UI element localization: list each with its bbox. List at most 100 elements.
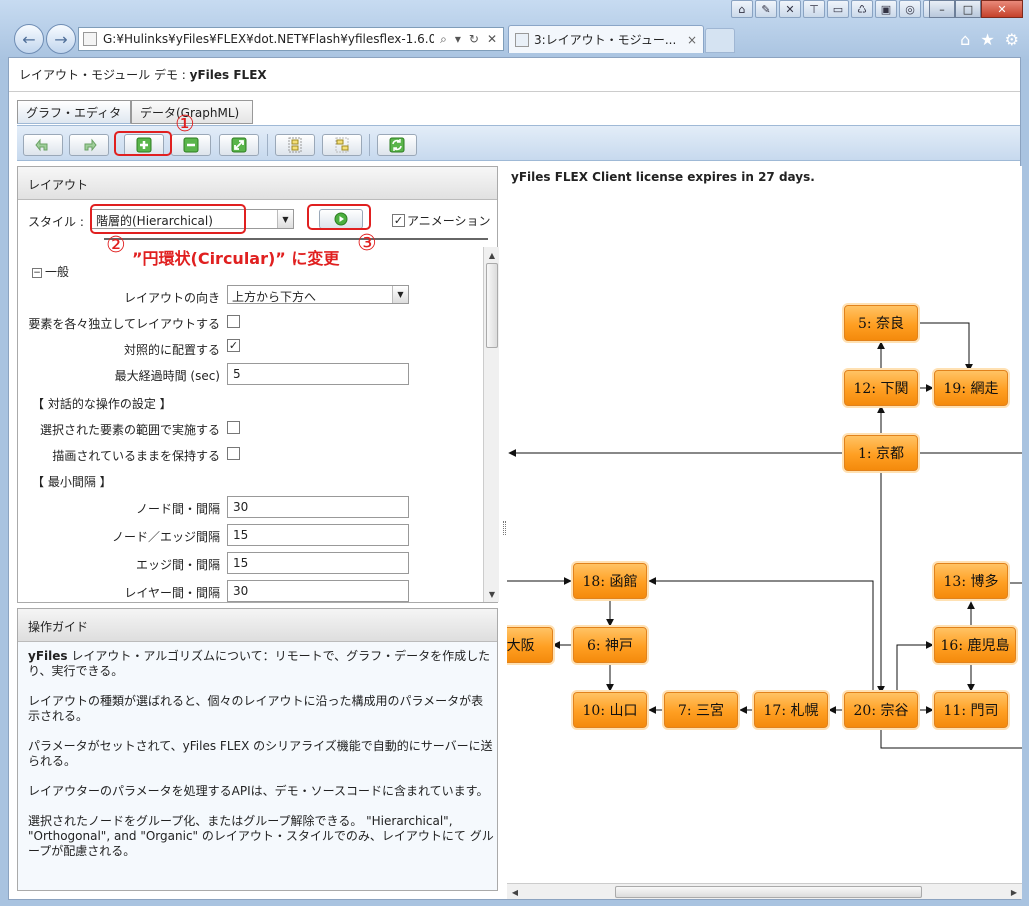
new-tab-button[interactable]: [705, 28, 735, 53]
close-button[interactable]: ✕: [981, 0, 1023, 18]
chevron-down-icon[interactable]: ▼: [392, 286, 408, 303]
orientation-select[interactable]: 上方から下方へ ▼: [227, 285, 409, 304]
tab-close-icon[interactable]: ×: [687, 33, 697, 47]
dropdown-icon[interactable]: ▾: [455, 32, 461, 47]
graph-node[interactable]: 12: 下関: [844, 370, 918, 406]
scrollbar-thumb[interactable]: [486, 263, 498, 348]
edge-distance-input[interactable]: 15: [227, 552, 409, 574]
animation-option[interactable]: ✓ アニメーション: [392, 212, 491, 229]
edge: [918, 322, 973, 372]
setting-independent-layout: 要素を各々独立してレイアウトする: [18, 311, 482, 333]
section-min-distance: 【 最小間隔 】: [32, 475, 112, 489]
favorites-star-icon[interactable]: ★: [980, 30, 994, 49]
ungroup-button[interactable]: [322, 134, 362, 156]
setting-orientation: レイアウトの向き 上方から下方へ ▼: [18, 285, 482, 307]
setting-edge-distance: エッジ間・間隔 15: [18, 552, 482, 574]
undo-button[interactable]: [23, 134, 63, 156]
scroll-up-icon[interactable]: ▲: [484, 247, 500, 263]
tray-icon[interactable]: ⌂: [731, 0, 753, 18]
graph-node[interactable]: 1: 京都: [844, 435, 918, 471]
graph-node[interactable]: : 大阪: [507, 627, 553, 663]
setting-symmetric: 対照的に配置する ✓: [123, 339, 240, 357]
setting-keep-drawing: 描画されているままを保持する: [18, 443, 482, 465]
zoom-out-button[interactable]: [171, 134, 211, 156]
group-button[interactable]: [275, 134, 315, 156]
address-text: G:¥Hulinks¥yFiles¥FLEX¥dot.NET¥Flash¥yfi…: [103, 32, 435, 46]
scrollbar-thumb[interactable]: [615, 886, 922, 898]
fit-content-button[interactable]: [219, 134, 259, 156]
graph-edges: [507, 322, 1022, 749]
minimize-button[interactable]: –: [929, 0, 955, 18]
graph-node[interactable]: 19: 網走: [934, 370, 1008, 406]
guide-text: yFiles レイアウト・アルゴリズムについて：リモートで、グラフ・データを作成…: [28, 649, 494, 858]
refresh-icon: [389, 137, 405, 153]
graph-node[interactable]: 13: 博多: [934, 563, 1008, 599]
graph-node[interactable]: 7: 三宮: [664, 692, 738, 728]
scroll-down-icon[interactable]: ▼: [484, 586, 500, 602]
refresh-icon[interactable]: ↻: [469, 32, 479, 47]
browser-tab[interactable]: 3:レイアウト・モジュー... ×: [508, 25, 704, 53]
animation-checkbox[interactable]: ✓: [392, 214, 405, 227]
independent-layout-checkbox[interactable]: [227, 315, 240, 328]
home-icon[interactable]: ⌂: [960, 30, 970, 49]
divider: [9, 91, 1020, 92]
graph-node[interactable]: 16: 鹿児島: [934, 627, 1016, 663]
selected-only-checkbox[interactable]: [227, 421, 240, 434]
graph-canvas[interactable]: yFiles FLEX Client license expires in 27…: [507, 166, 1022, 899]
graph-node[interactable]: 6: 神戸: [573, 627, 647, 663]
annotation-instruction: ”円環状(Circular)” に変更: [132, 249, 340, 268]
section-interactive: 【 対話的な操作の設定 】: [32, 397, 172, 411]
refresh-layout-button[interactable]: [377, 134, 417, 156]
layout-panel: レイアウト スタイル : 階層的(Hierarchical) ▼ ✓ アニメーシ…: [17, 166, 499, 603]
scroll-left-icon[interactable]: ◀: [507, 884, 523, 899]
graph-node[interactable]: 10: 山口: [573, 692, 647, 728]
tab-graph-editor[interactable]: グラフ・エディタ: [17, 100, 131, 124]
canvas-scrollbar[interactable]: ◀ ▶: [507, 883, 1022, 899]
annotation-number-3: ③: [357, 231, 377, 256]
tray-icon[interactable]: ✎: [755, 0, 777, 18]
symmetric-checkbox[interactable]: ✓: [227, 339, 240, 352]
tray-icon[interactable]: ⊤: [803, 0, 825, 18]
scroll-right-icon[interactable]: ▶: [1006, 884, 1022, 899]
ungroup-icon: [335, 137, 349, 153]
node-edge-distance-input[interactable]: 15: [227, 524, 409, 546]
window-controls: – □ ✕: [929, 0, 1023, 18]
back-icon[interactable]: ←: [14, 24, 44, 54]
gear-icon[interactable]: ⚙: [1005, 30, 1019, 49]
tray-icon[interactable]: ♺: [851, 0, 873, 18]
app-title: レイアウト・モジュール デモ : yFiles FLEX: [19, 68, 267, 82]
chevron-down-icon[interactable]: ▼: [277, 210, 293, 228]
graph-node[interactable]: 11: 門司: [934, 692, 1008, 728]
edge: [648, 577, 874, 693]
animation-label: アニメーション: [407, 214, 491, 228]
keep-drawing-checkbox[interactable]: [227, 447, 240, 460]
graph-node[interactable]: 20: 宗谷: [844, 692, 918, 728]
redo-button[interactable]: [69, 134, 109, 156]
setting-max-time: 最大経過時間 (sec) 5: [18, 363, 482, 385]
stop-icon[interactable]: ✕: [487, 32, 497, 47]
tray-icon[interactable]: ✕: [779, 0, 801, 18]
tray-icon[interactable]: ◎: [899, 0, 921, 18]
annotation-box-3: [307, 204, 371, 230]
graph-node[interactable]: 18: 函館: [573, 563, 647, 599]
max-time-input[interactable]: 5: [227, 363, 409, 385]
address-bar[interactable]: G:¥Hulinks¥yFiles¥FLEX¥dot.NET¥Flash¥yfi…: [78, 27, 504, 51]
search-icon[interactable]: ⌕: [440, 32, 447, 47]
graph-node[interactable]: 5: 奈良: [844, 305, 918, 341]
undo-icon: [35, 138, 48, 152]
splitter-grip-icon[interactable]: [503, 521, 506, 535]
settings-scrollbar[interactable]: ▲ ▼: [483, 247, 499, 602]
page-content: レイアウト・モジュール デモ : yFiles FLEX グラフ・エディタ デー…: [8, 57, 1022, 900]
node-distance-input[interactable]: 30: [227, 496, 409, 518]
tray-icon[interactable]: ▭: [827, 0, 849, 18]
tray-icon[interactable]: ▣: [875, 0, 897, 18]
page-icon: [83, 32, 97, 46]
fit-icon: [231, 137, 247, 153]
maximize-button[interactable]: □: [955, 0, 981, 18]
forward-icon[interactable]: →: [46, 24, 76, 54]
layer-distance-input[interactable]: 30: [227, 580, 409, 602]
graph-node[interactable]: 17: 札幌: [754, 692, 828, 728]
collapse-icon[interactable]: −: [32, 267, 42, 278]
guide-panel: 操作ガイド yFiles レイアウト・アルゴリズムについて：リモートで、グラフ・…: [17, 608, 498, 891]
redo-icon: [84, 138, 97, 152]
